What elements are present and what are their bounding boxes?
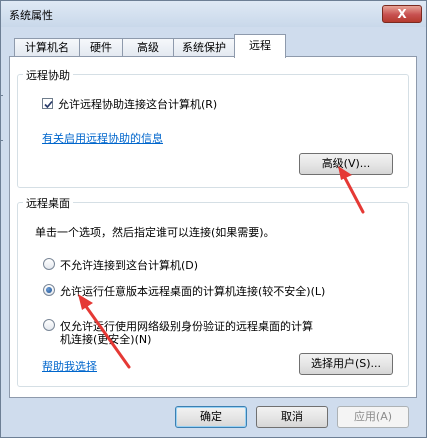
remote-assistance-info-link[interactable]: 有关启用远程协助的信息 — [42, 130, 163, 146]
background-edge-mark — [0, 95, 3, 96]
system-properties-window: 系统属性 X 计算机名 硬件 高级 系统保护 远程 远程协助 允许远程协助连接这… — [0, 0, 427, 438]
apply-button[interactable]: 应用(A) — [337, 406, 409, 428]
allow-remote-assistance-label: 允许远程协助连接这台计算机(R) — [58, 98, 218, 111]
tab-hardware[interactable]: 硬件 — [79, 38, 123, 57]
advanced-button[interactable]: 高级(V)... — [299, 153, 393, 175]
remote-desktop-group: 远程桌面 单击一个选项，然后指定谁可以连接(如果需要)。 不允许连接到这台计算机… — [17, 195, 409, 387]
radio-allow-nla-only[interactable] — [43, 319, 55, 331]
ok-button[interactable]: 确定 — [175, 406, 247, 428]
radio-selected-dot — [46, 287, 52, 293]
checkmark-icon — [44, 100, 53, 109]
tab-strip: 计算机名 硬件 高级 系统保护 远程 — [1, 27, 426, 58]
radio-deny-connections[interactable] — [43, 258, 55, 270]
close-button[interactable]: X — [382, 5, 422, 23]
remote-assistance-group: 远程协助 允许远程协助连接这台计算机(R) 有关启用远程协助的信息 高级(V).… — [17, 67, 409, 188]
tab-advanced[interactable]: 高级 — [122, 38, 174, 57]
deny-connections-label: 不允许连接到这台计算机(D) — [60, 259, 199, 272]
window-title: 系统属性 — [9, 9, 53, 22]
allow-any-version-label: 允许运行任意版本远程桌面的计算机连接(较不安全)(L) — [60, 285, 326, 298]
radio-allow-any-version[interactable] — [43, 284, 55, 296]
title-bar[interactable]: 系统属性 X — [1, 1, 426, 27]
remote-desktop-instructions: 单击一个选项，然后指定谁可以连接(如果需要)。 — [35, 226, 275, 239]
cancel-button[interactable]: 取消 — [256, 406, 328, 428]
remote-assistance-title: 远程协助 — [23, 67, 73, 83]
help-me-choose-link[interactable]: 帮助我选择 — [42, 358, 97, 374]
select-users-button[interactable]: 选择用户(S)... — [299, 353, 393, 375]
tab-system-protection[interactable]: 系统保护 — [173, 38, 235, 57]
allow-remote-assistance-checkbox[interactable] — [42, 98, 53, 109]
remote-desktop-title: 远程桌面 — [23, 195, 73, 211]
tab-remote[interactable]: 远程 — [234, 34, 286, 58]
tab-computer-name[interactable]: 计算机名 — [14, 38, 80, 57]
remote-tab-panel: 远程协助 允许远程协助连接这台计算机(R) 有关启用远程协助的信息 高级(V).… — [9, 56, 417, 398]
background-edge-mark — [0, 140, 3, 141]
allow-nla-only-label-line2: 机连接(更安全)(N) — [60, 333, 152, 346]
